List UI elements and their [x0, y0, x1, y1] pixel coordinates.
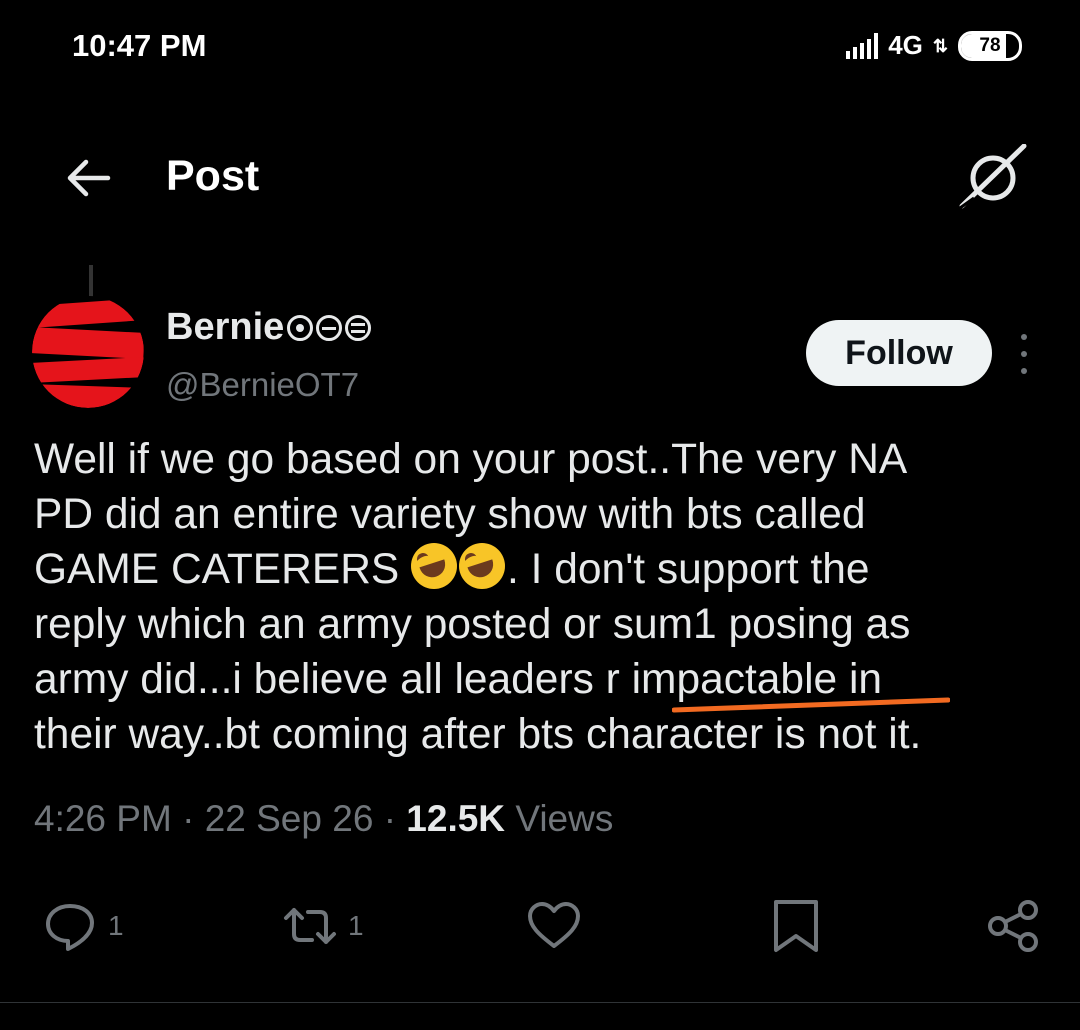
post-meta: 4:26 PM · 22 Sep 26 · 12.5K Views — [34, 798, 613, 840]
views-label: Views — [515, 798, 614, 839]
post-line: PD did an entire variety show with bts c… — [34, 491, 866, 538]
author-handle[interactable]: @BernieOT7 — [166, 366, 359, 404]
repost-icon — [284, 908, 336, 944]
share-icon — [988, 900, 1038, 952]
network-label: 4G — [888, 30, 923, 60]
equals-circle-icon — [345, 314, 372, 341]
author-name-text: Bernie — [166, 306, 285, 348]
reply-button[interactable]: 1 — [42, 898, 124, 954]
more-options-icon[interactable] — [1014, 334, 1034, 374]
arrow-left-icon[interactable] — [62, 152, 114, 204]
battery-icon: 78 — [958, 30, 1022, 61]
separator: · — [182, 798, 195, 839]
rolling-on-floor-laughing-emoji — [411, 543, 458, 589]
author-name[interactable]: Bernie — [166, 306, 372, 349]
post-line: Well if we go based on your post..The ve… — [34, 436, 908, 483]
follow-button[interactable]: Follow — [806, 320, 992, 386]
divider — [0, 1002, 1080, 1003]
reply-count: 1 — [108, 910, 124, 941]
bookmark-button[interactable] — [768, 898, 824, 954]
data-arrows-icon: ⇅ — [932, 35, 948, 56]
bookmark-icon — [774, 900, 818, 952]
minus-circle-icon — [316, 314, 343, 341]
post-time: 4:26 PM — [34, 798, 172, 839]
repost-button[interactable]: 1 — [282, 898, 364, 954]
views-count[interactable]: 12.5K — [406, 798, 505, 839]
post-line: GAME CATERERS — [34, 546, 412, 593]
signal-icon — [846, 32, 879, 59]
share-button[interactable] — [986, 898, 1042, 954]
reply-icon — [46, 904, 94, 951]
status-time: 10:47 PM — [72, 28, 207, 63]
grok-icon[interactable] — [956, 143, 1030, 210]
heart-icon — [528, 902, 580, 948]
annotation-underline — [672, 697, 950, 713]
status-icons: 4G ⇅ 78 — [846, 30, 1022, 61]
rolling-on-floor-laughing-emoji — [459, 543, 506, 589]
page-title: Post — [166, 152, 260, 200]
post-date: 22 Sep 26 — [204, 798, 374, 839]
like-button[interactable] — [526, 898, 582, 954]
post-line: their way..bt coming after bts character… — [34, 711, 922, 758]
post-line: . I don't support the — [507, 546, 870, 593]
post-line: reply which an army posted or sum1 posin… — [34, 601, 911, 648]
battery-level: 78 — [979, 34, 1001, 56]
repost-count: 1 — [348, 910, 364, 941]
avatar[interactable] — [32, 296, 144, 408]
separator: · — [383, 798, 397, 839]
dot-circle-icon — [287, 314, 314, 341]
